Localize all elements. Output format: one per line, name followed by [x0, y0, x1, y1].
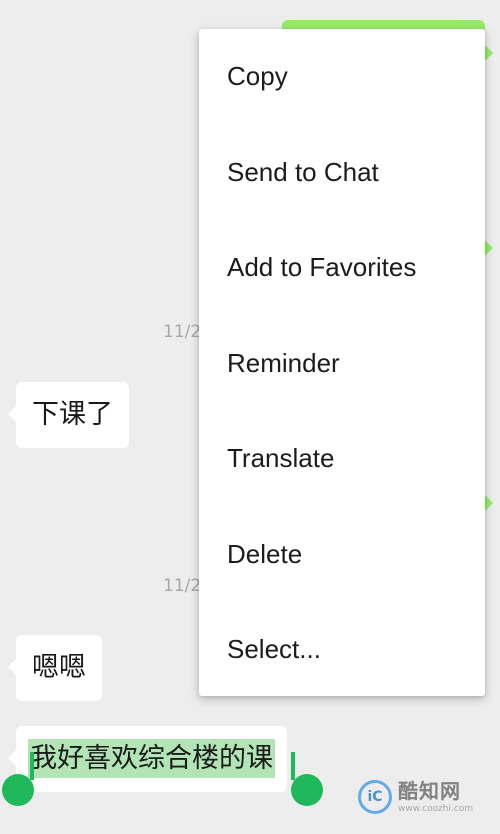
watermark-url: www.coozhi.com: [398, 803, 474, 814]
menu-item-copy[interactable]: Copy: [199, 29, 485, 125]
selection-end-handle[interactable]: [291, 752, 323, 806]
menu-item-send-to-chat[interactable]: Send to Chat: [199, 125, 485, 221]
menu-item-add-to-favorites[interactable]: Add to Favorites: [199, 220, 485, 316]
watermark-logo-letters: iC: [367, 789, 383, 805]
outgoing-bubble-tail: [485, 45, 493, 61]
watermark-logo-icon: iC: [358, 780, 392, 814]
selection-start-handle[interactable]: [2, 752, 34, 806]
menu-item-reminder[interactable]: Reminder: [199, 316, 485, 412]
outgoing-bubble-tail: [485, 495, 493, 511]
incoming-message-bubble[interactable]: 嗯嗯: [8, 635, 102, 701]
chat-timestamp: 11/2: [163, 576, 202, 596]
menu-item-delete[interactable]: Delete: [199, 507, 485, 603]
chat-timestamp: 11/2: [163, 322, 202, 342]
message-text: 下课了: [32, 399, 113, 430]
incoming-message-bubble[interactable]: 下课了: [8, 382, 129, 448]
site-watermark: iC 酷知网 www.coozhi.com: [358, 768, 476, 826]
menu-item-select[interactable]: Select...: [199, 602, 485, 698]
outgoing-bubble-tail: [485, 240, 493, 256]
watermark-name: 酷知网: [398, 778, 461, 803]
incoming-message-bubble-selected[interactable]: 我好喜欢综合楼的课: [8, 726, 287, 792]
menu-item-translate[interactable]: Translate: [199, 411, 485, 507]
message-context-menu: Copy Send to Chat Add to Favorites Remin…: [199, 29, 485, 696]
watermark-text: 酷知网 www.coozhi.com: [398, 781, 473, 814]
selected-message-text[interactable]: 我好喜欢综合楼的课: [28, 739, 275, 778]
message-text: 嗯嗯: [32, 652, 86, 683]
